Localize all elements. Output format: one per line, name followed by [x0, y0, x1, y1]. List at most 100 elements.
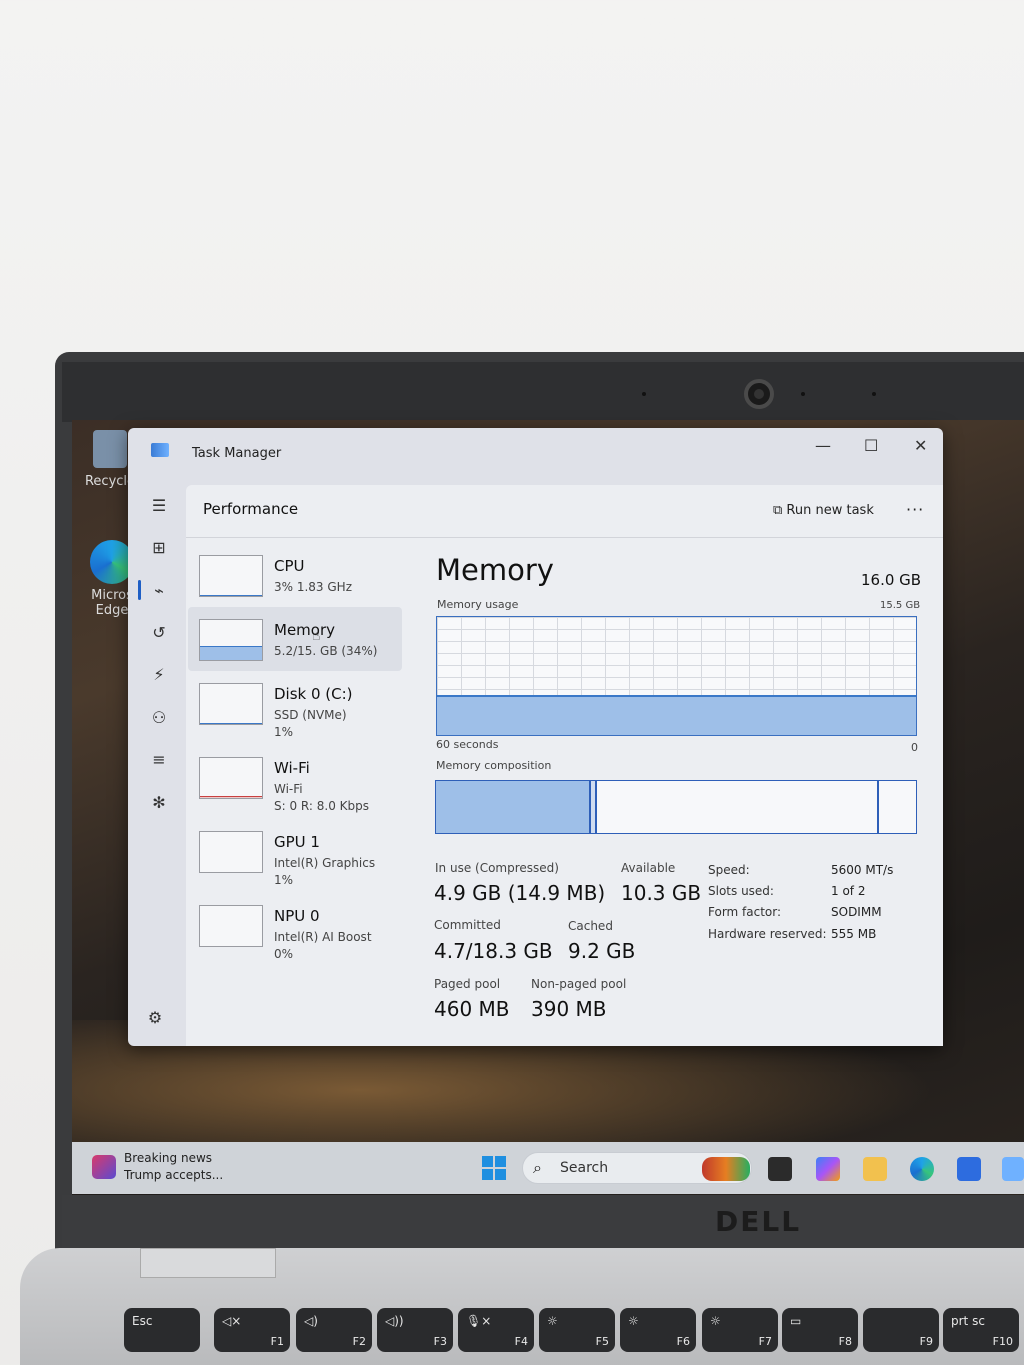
- search-highlight-icon[interactable]: [702, 1157, 750, 1181]
- start-button[interactable]: [482, 1156, 506, 1180]
- memory-usage-max: 15.5 GB: [880, 600, 921, 611]
- key-label: prt sc: [951, 1314, 985, 1328]
- key-label: ☼: [710, 1314, 721, 1328]
- slots-label: Slots used:: [708, 884, 774, 898]
- in-use-label: In use (Compressed): [435, 861, 559, 875]
- device-name: Memory: [274, 621, 336, 639]
- news-widget[interactable]: Breaking news Trump accepts...: [124, 1150, 223, 1184]
- key-f3[interactable]: ◁)) F3: [377, 1308, 453, 1352]
- wifi-thumbnail: [199, 757, 263, 799]
- key-f4[interactable]: 🎙× F4: [458, 1308, 534, 1352]
- hinge: [140, 1248, 276, 1278]
- performance-icon[interactable]: ⌁: [149, 581, 169, 601]
- device-detail: SSD (NVMe) 1%: [274, 707, 347, 741]
- device-detail: Intel(R) Graphics 1%: [274, 855, 375, 889]
- key-f1[interactable]: ◁× F1: [214, 1308, 290, 1352]
- device-detail-line: 1%: [274, 725, 294, 739]
- key-label: ◁): [304, 1314, 318, 1328]
- device-name: Disk 0 (C:): [274, 685, 353, 703]
- device-detail-line: SSD (NVMe): [274, 708, 347, 722]
- task-manager-icon: [151, 443, 169, 457]
- key-f7[interactable]: ☼ F7: [702, 1308, 778, 1352]
- screen-chin: [62, 1195, 1024, 1250]
- maximize-button[interactable]: ☐: [864, 436, 878, 455]
- device-detail: 3% 1.83 GHz: [274, 580, 353, 594]
- device-item-cpu[interactable]: CPU 3% 1.83 GHz: [188, 543, 402, 607]
- edge-taskbar-icon[interactable]: [910, 1157, 934, 1181]
- key-fn-label: F3: [433, 1335, 447, 1348]
- recycle-bin-icon: [93, 430, 127, 468]
- key-f8[interactable]: ▭ F8: [782, 1308, 858, 1352]
- startup-apps-icon[interactable]: ⚡: [149, 665, 169, 685]
- key-label: ☼: [628, 1314, 639, 1328]
- memory-thumbnail: [199, 619, 263, 661]
- device-item-memory[interactable]: Memory 5.2/15. GB (34%): [188, 607, 402, 671]
- key-label: Esc: [132, 1314, 153, 1328]
- key-esc[interactable]: Esc: [124, 1308, 200, 1352]
- form-factor-label: Form factor:: [708, 905, 782, 919]
- gpu-thumbnail: [199, 831, 263, 873]
- services-icon[interactable]: ✻: [149, 793, 169, 813]
- key-fn-label: F10: [992, 1335, 1013, 1348]
- nonpaged-pool-value: 390 MB: [531, 997, 607, 1021]
- news-subtitle: Trump accepts...: [124, 1168, 224, 1182]
- sensor-dot: [801, 392, 805, 396]
- store-icon[interactable]: [957, 1157, 981, 1181]
- processes-icon[interactable]: ⊞: [149, 538, 169, 558]
- task-view-icon[interactable]: [768, 1157, 792, 1181]
- device-item-npu[interactable]: NPU 0 Intel(R) AI Boost 0%: [188, 893, 402, 961]
- disk-thumbnail: [199, 683, 263, 725]
- paged-pool-value: 460 MB: [434, 997, 510, 1021]
- nav-active-indicator: [138, 580, 141, 600]
- copilot-icon[interactable]: [816, 1157, 840, 1181]
- key-f5[interactable]: ☼ F5: [539, 1308, 615, 1352]
- key-fn-label: F4: [514, 1335, 528, 1348]
- key-fn-label: F8: [838, 1335, 852, 1348]
- cpu-thumbnail: [199, 555, 263, 597]
- key-fn-label: F7: [758, 1335, 772, 1348]
- memory-composition-bar: [435, 780, 917, 834]
- close-button[interactable]: ✕: [914, 436, 927, 455]
- header-divider: [186, 537, 943, 538]
- key-f9[interactable]: F9: [863, 1308, 939, 1352]
- device-item-disk[interactable]: Disk 0 (C:) SSD (NVMe) 1%: [188, 671, 402, 739]
- cached-value: 9.2 GB: [568, 939, 636, 963]
- device-detail-line: S: 0 R: 8.0 Kbps: [274, 799, 370, 813]
- speed-label: Speed:: [708, 863, 750, 877]
- key-f2[interactable]: ◁) F2: [296, 1308, 372, 1352]
- details-icon[interactable]: ≡: [149, 750, 169, 770]
- key-f10[interactable]: prt sc F10: [943, 1308, 1019, 1352]
- file-explorer-icon[interactable]: [863, 1157, 887, 1181]
- device-item-wifi[interactable]: Wi-Fi Wi-Fi S: 0 R: 8.0 Kbps: [188, 745, 402, 813]
- key-fn-label: F1: [270, 1335, 284, 1348]
- brand-logo: DELL: [715, 1205, 802, 1238]
- task-manager-taskbar-icon[interactable]: [1002, 1157, 1024, 1181]
- device-name: Wi-Fi: [274, 759, 310, 777]
- app-history-icon[interactable]: ↺: [149, 623, 169, 643]
- users-icon[interactable]: ⚇: [149, 708, 169, 728]
- sensor-dot: [872, 392, 876, 396]
- page-title: Performance: [203, 500, 299, 518]
- screen-bezel: [62, 362, 1024, 422]
- search-icon: ⌕: [533, 1158, 542, 1177]
- device-item-gpu[interactable]: GPU 1 Intel(R) Graphics 1%: [188, 819, 402, 887]
- minimize-button[interactable]: —: [815, 436, 831, 455]
- device-detail-line: 1%: [274, 873, 294, 887]
- run-new-task-button[interactable]: ⧉ Run new task: [773, 503, 874, 518]
- key-fn-label: F9: [919, 1335, 933, 1348]
- hamburger-menu-icon[interactable]: ☰: [149, 496, 169, 516]
- composition-in-use: [436, 781, 591, 833]
- key-f6[interactable]: ☼ F6: [620, 1308, 696, 1352]
- news-widget-icon[interactable]: [92, 1155, 116, 1179]
- run-task-label: Run new task: [786, 503, 874, 518]
- hardware-reserved-value: 555 MB: [831, 927, 877, 941]
- nonpaged-pool-label: Non-paged pool: [531, 977, 627, 991]
- device-name: CPU: [274, 557, 305, 575]
- device-detail: 5.2/15. GB (34%): [274, 644, 378, 658]
- composition-label: Memory composition: [436, 759, 552, 772]
- composition-standby: [597, 781, 879, 833]
- settings-gear-icon[interactable]: ⚙: [145, 1008, 165, 1028]
- more-options-button[interactable]: ···: [906, 500, 924, 519]
- npu-thumbnail: [199, 905, 263, 947]
- key-label: ▭: [790, 1314, 802, 1328]
